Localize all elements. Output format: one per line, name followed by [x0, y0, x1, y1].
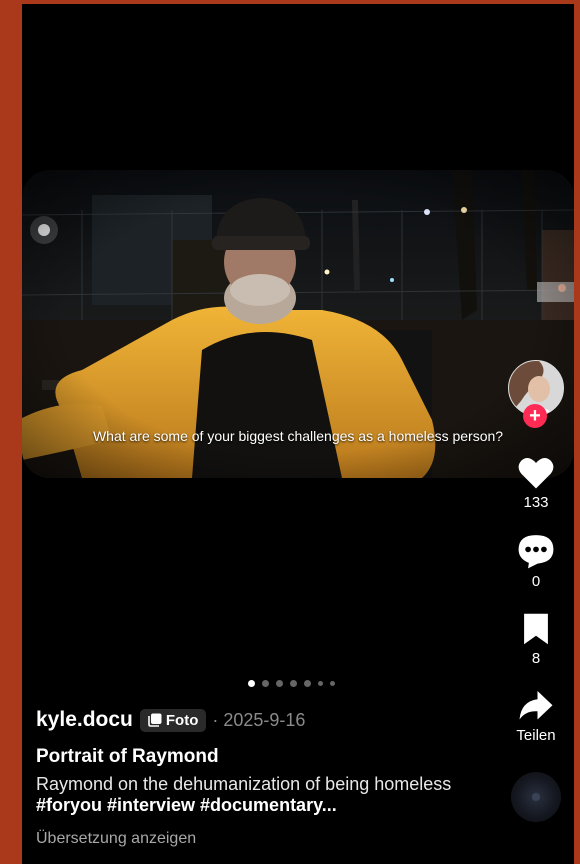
- photo-badge-label: Foto: [165, 711, 199, 729]
- plus-icon: +: [529, 405, 541, 427]
- post-title: Portrait of Raymond: [36, 746, 219, 767]
- carousel-indicator: [248, 680, 335, 687]
- comment-bubble-icon: [518, 535, 554, 569]
- hashtags[interactable]: #foryou #interview #documentary...: [36, 795, 337, 815]
- comment-count: 0: [531, 573, 541, 590]
- comment-button[interactable]: 0: [517, 533, 555, 590]
- carousel-dot: [304, 680, 311, 687]
- follow-button[interactable]: +: [523, 404, 547, 428]
- music-disc-icon[interactable]: [511, 772, 561, 822]
- like-button[interactable]: 133: [517, 456, 555, 511]
- carousel-dot: [318, 681, 323, 686]
- post-date: · 2025-9-16: [212, 709, 306, 730]
- author-name[interactable]: kyle.docu: [36, 708, 133, 732]
- like-count: 133: [523, 494, 549, 511]
- heart-icon: [518, 458, 554, 489]
- post-photo[interactable]: What are some of your biggest challenges…: [22, 170, 574, 478]
- share-arrow-icon: [519, 691, 553, 720]
- photo-badge: Foto: [139, 708, 207, 732]
- share-label: Teilen: [516, 727, 556, 744]
- action-rail: + 133 0 8 Teilen: [504, 360, 568, 822]
- description-text: Raymond on the dehumanization of being h…: [36, 774, 452, 794]
- share-button[interactable]: Teilen: [516, 689, 556, 744]
- carousel-dot: [262, 680, 269, 687]
- author-row: kyle.docu Foto · 2025-9-16: [36, 704, 506, 736]
- bookmark-icon: [524, 613, 548, 645]
- tiktok-post-screen: What are some of your biggest challenges…: [22, 4, 574, 864]
- post-description[interactable]: Raymond on the dehumanization of being h…: [36, 774, 506, 816]
- save-count: 8: [531, 650, 541, 667]
- translate-link[interactable]: Übersetzung anzeigen: [36, 830, 506, 848]
- carousel-dot: [290, 680, 297, 687]
- carousel-dot: [276, 680, 283, 687]
- video-subtitle: What are some of your biggest challenges…: [92, 428, 504, 444]
- carousel-dot: [248, 680, 255, 687]
- creator-avatar-wrap[interactable]: +: [508, 360, 564, 428]
- save-button[interactable]: 8: [522, 612, 550, 667]
- carousel-dot: [330, 681, 335, 686]
- post-meta: kyle.docu Foto · 2025-9-16 Portrait of R…: [36, 704, 506, 848]
- photo-stack-icon: [148, 713, 162, 727]
